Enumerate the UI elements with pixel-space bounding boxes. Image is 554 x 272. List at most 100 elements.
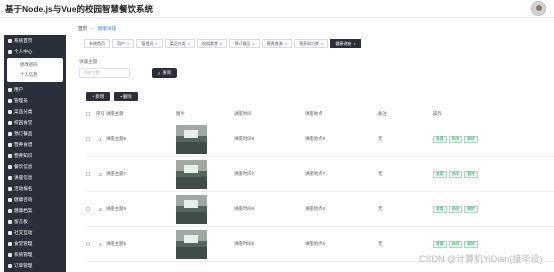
tag-dish-categories[interactable]: 菜品分类 × bbox=[164, 39, 196, 48]
close-icon[interactable]: × bbox=[252, 41, 254, 46]
sidebar-item-profile-center[interactable]: 个人中心 bbox=[4, 46, 66, 57]
sidebar-item-bookings[interactable]: 预订餐品 bbox=[4, 128, 66, 139]
add-button[interactable]: + 新增 bbox=[86, 92, 110, 101]
row-checkbox[interactable] bbox=[86, 172, 90, 176]
sidebar-item-label: 系统管理 bbox=[14, 251, 33, 257]
tag-recipes[interactable]: 营养食谱 × bbox=[261, 39, 293, 48]
sidebar-item-orders[interactable]: 订单管理 bbox=[4, 260, 66, 271]
sidebar-item-label: 用户 bbox=[14, 86, 24, 92]
row-note: 无 bbox=[378, 206, 383, 211]
tag-label: 管理员 bbox=[141, 40, 154, 46]
tag-lectures[interactable]: 健康讲座 × bbox=[330, 39, 361, 48]
tag-home[interactable]: 系统首页 bbox=[84, 39, 110, 48]
search-icon: ⌕ bbox=[157, 70, 161, 76]
menu-icon bbox=[8, 87, 12, 92]
search-button-label: 查询 bbox=[162, 70, 172, 75]
sidebar-item-health-records[interactable]: 健康档案 bbox=[4, 205, 66, 216]
close-icon[interactable]: × bbox=[321, 41, 323, 46]
row-checkbox[interactable] bbox=[86, 207, 90, 211]
row-note: 无 bbox=[378, 136, 383, 141]
delete-row-button[interactable]: 删除 bbox=[464, 205, 478, 213]
edit-button[interactable]: 修改 bbox=[448, 240, 463, 248]
sidebar-subitem-profile[interactable]: 个人信息 bbox=[7, 70, 63, 80]
avatar[interactable] bbox=[531, 1, 546, 16]
tag-bookings[interactable]: 预订餐品 × bbox=[229, 39, 260, 48]
delete-button[interactable]: ▪ 删除 bbox=[114, 92, 138, 101]
header-time: 讲座时间 bbox=[234, 111, 252, 116]
close-icon[interactable]: × bbox=[127, 41, 129, 46]
row-checkbox-cell bbox=[86, 207, 95, 211]
select-all-cell bbox=[86, 112, 95, 116]
delete-row-button[interactable]: 删除 bbox=[464, 170, 478, 178]
menu-icon bbox=[8, 186, 12, 191]
tag-label: 营养知识库 bbox=[299, 40, 320, 46]
menu-icon bbox=[8, 241, 12, 246]
close-icon[interactable]: × bbox=[188, 41, 190, 46]
tag-admins[interactable]: 管理员 × bbox=[136, 39, 163, 48]
close-icon[interactable]: × bbox=[353, 41, 355, 46]
menu-icon bbox=[8, 219, 12, 224]
sidebar-item-messages[interactable]: 留言板 bbox=[4, 216, 66, 227]
sidebar-item-activities[interactable]: 活动报名 bbox=[4, 183, 66, 194]
sidebar-item-label: 健康咨询 bbox=[14, 196, 33, 202]
lecture-table: 序号 讲座主题 图片 讲座时间 讲座地点 备注 操作 1 讲座主题8 讲座时间8… bbox=[86, 106, 554, 262]
tag-users[interactable]: 用户 × bbox=[112, 39, 135, 48]
tag-label: 健康讲座 bbox=[335, 40, 352, 46]
view-button[interactable]: 查看 bbox=[433, 205, 447, 213]
row-checkbox[interactable] bbox=[86, 137, 90, 141]
sidebar-item-label: 营养食谱 bbox=[14, 141, 33, 147]
row-ops: 查看 修改 删除 bbox=[433, 135, 478, 143]
sidebar-item-nutrition[interactable]: 营养知识 bbox=[4, 150, 66, 161]
search-label: 讲座主题 bbox=[79, 59, 98, 64]
lecture-photo bbox=[176, 159, 207, 189]
sidebar-item-users[interactable]: 用户 bbox=[4, 84, 66, 95]
delete-row-button[interactable]: 删除 bbox=[464, 240, 478, 248]
close-icon[interactable]: × bbox=[155, 41, 157, 46]
row-image-cell bbox=[176, 159, 234, 189]
menu-icon bbox=[8, 197, 12, 202]
sidebar-item-label: 社交互动 bbox=[14, 229, 33, 235]
menu-icon bbox=[8, 109, 12, 114]
sidebar-item-dish-categories[interactable]: 菜品分类 bbox=[4, 106, 66, 117]
sidebar-item-recipes[interactable]: 营养食谱 bbox=[4, 139, 66, 150]
tag-nutrition[interactable]: 营养知识库 × bbox=[294, 39, 329, 48]
close-icon[interactable]: × bbox=[285, 41, 287, 46]
row-checkbox[interactable] bbox=[86, 242, 90, 246]
edit-button[interactable]: 修改 bbox=[448, 170, 463, 178]
sidebar-item-canteens[interactable]: 校园食堂 bbox=[4, 117, 66, 128]
edit-button[interactable]: 修改 bbox=[448, 135, 463, 143]
app-title: 基于Node.js与Vue的校园智慧餐饮系统 bbox=[5, 4, 153, 14]
sidebar-item-home[interactable]: 系统首页 bbox=[4, 35, 66, 46]
sidebar-item-social[interactable]: 社交互动 bbox=[4, 227, 66, 238]
view-button[interactable]: 查看 bbox=[433, 240, 447, 248]
sidebar-item-canteen-admin[interactable]: 食堂管理 bbox=[4, 238, 66, 249]
row-image-cell bbox=[176, 229, 234, 259]
sidebar-item-consult[interactable]: 健康咨询 bbox=[4, 194, 66, 205]
tag-canteens[interactable]: 校园食堂 × bbox=[197, 39, 228, 48]
sidebar-item-system[interactable]: 系统管理 bbox=[4, 249, 66, 260]
sidebar-item-dining-info[interactable]: 餐饮信息 bbox=[4, 161, 66, 172]
sidebar-item-admins[interactable]: 管理员 bbox=[4, 95, 66, 106]
search-input[interactable]: 讲座主题 bbox=[79, 68, 130, 78]
trash-icon: ▪ bbox=[120, 94, 122, 99]
view-button[interactable]: 查看 bbox=[433, 135, 447, 143]
menu-icon bbox=[8, 153, 12, 158]
close-icon[interactable]: × bbox=[220, 41, 222, 46]
sidebar-item-label: 营养知识 bbox=[14, 152, 33, 158]
sidebar-item-label: 菜品分类 bbox=[14, 108, 33, 114]
select-all-checkbox[interactable] bbox=[86, 112, 90, 116]
row-time: 讲座时间5 bbox=[234, 241, 255, 246]
breadcrumb-home[interactable]: 首页 bbox=[78, 26, 87, 31]
search-button[interactable]: ⌕ 查询 bbox=[152, 68, 177, 78]
sidebar-item-lectures[interactable]: 讲座信息 bbox=[4, 172, 66, 183]
sidebar-item-label: 健康档案 bbox=[14, 207, 33, 213]
delete-row-button[interactable]: 删除 bbox=[464, 135, 478, 143]
watermark: CSDN @计算机YiDian(接毕设) bbox=[419, 254, 543, 264]
row-index: 4 bbox=[99, 241, 102, 247]
tag-label: 菜品分类 bbox=[169, 40, 186, 46]
edit-button[interactable]: 修改 bbox=[448, 205, 463, 213]
sidebar-subitem-password[interactable]: 修改密码 bbox=[7, 60, 63, 70]
view-button[interactable]: 查看 bbox=[433, 170, 447, 178]
breadcrumb: 首页 — 健康讲座 bbox=[78, 26, 116, 32]
row-note: 无 bbox=[378, 241, 383, 246]
